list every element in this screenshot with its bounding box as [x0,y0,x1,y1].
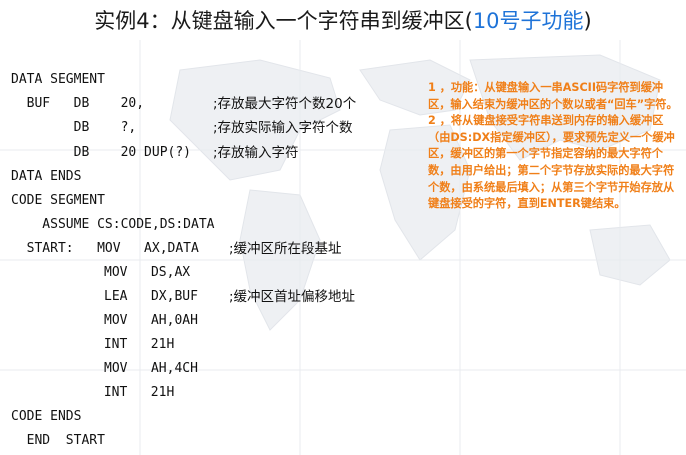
code-comment-lea: ;缓冲区首址偏移地址 [229,289,356,305]
code-line-int2: INT 21H [96,385,175,400]
code-line-end-start: END START [11,433,105,448]
code-comment-db3: ;存放输入字符 [213,145,299,161]
code-line-buf: BUF DB 20, [11,96,145,111]
note-2: 2 ，将从键盘接受字符串送到内存的输入缓冲区（由DS:DX指定缓冲区），要求预先… [428,114,675,211]
code-line-mov-ah0a: MOV AH,0AH [104,313,198,328]
code-line-mov-ah4c: MOV AH,4CH [104,361,198,376]
code-line-lea: LEA DX,BUF [104,289,198,304]
note-1: 1 ，功能：从键盘输入一串ASCII码字符到缓冲区，输入结束为缓冲区的个数以或者… [428,81,678,111]
code-line-data-segment: DATA SEGMENT [11,72,105,87]
code-line-mov-ds: MOV DS,AX [104,265,191,280]
title-suffix: ) [583,9,592,33]
code-line-int1: INT 21H [96,337,175,352]
code-line-data-ends: DATA ENDS [11,169,82,184]
code-line-db3: DB 20 DUP(?) [11,145,192,160]
slide-title: 实例4：从键盘输入一个字符串到缓冲区(10号子功能) [0,6,686,36]
code-line-assume: ASSUME CS:CODE,DS:DATA [11,217,215,232]
code-line-code-ends: CODE ENDS [11,409,82,424]
code-line-db2: DB ?, [11,120,137,135]
explanation-notes: 1 ，功能：从键盘输入一串ASCII码字符到缓冲区，输入结束为缓冲区的个数以或者… [428,80,684,213]
title-prefix: 实例4：从键盘输入一个字符串到缓冲区( [94,9,473,33]
code-comment-buf: ;存放最大字符个数20个 [213,96,357,112]
code-comment-start: ;缓冲区所在段基址 [229,241,342,257]
code-comment-db2: ;存放实际输入字符个数 [213,120,353,136]
code-line-code-segment: CODE SEGMENT [11,193,105,208]
title-highlight: 10号子功能 [472,9,584,33]
code-line-start: START: MOV AX,DATA [11,241,199,256]
